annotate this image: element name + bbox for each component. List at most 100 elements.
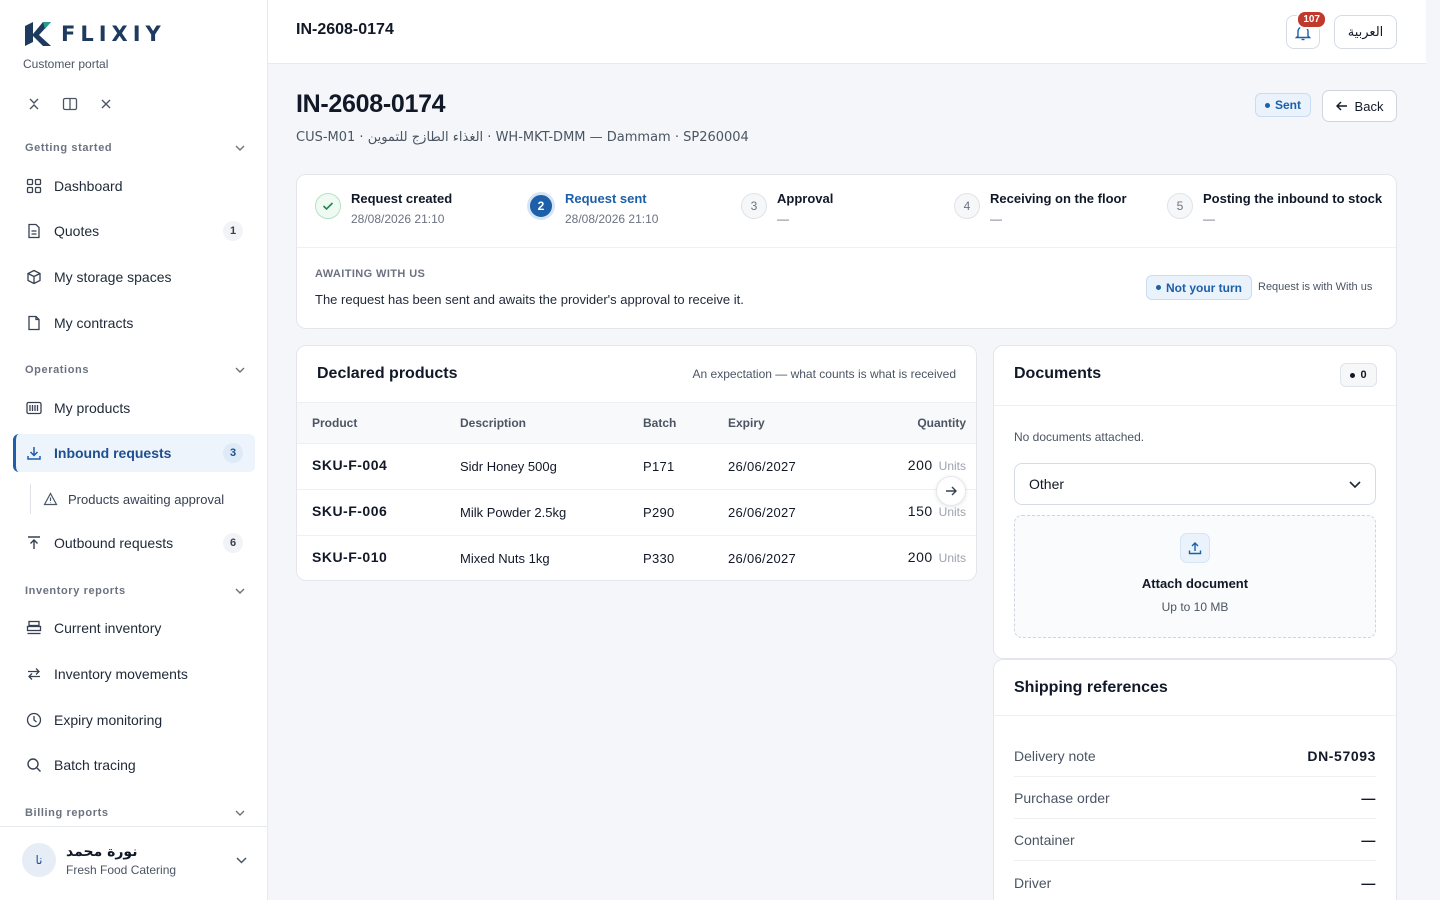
- arrow-right-icon: [946, 486, 957, 496]
- chevron-down-icon: [235, 810, 245, 816]
- attach-dropzone[interactable]: Attach document Up to 10 MB: [1014, 515, 1376, 638]
- sidebar-item-inventory-movements[interactable]: Inventory movements: [13, 655, 255, 693]
- column-header: Expiry: [728, 416, 765, 430]
- product-sku: SKU-F-004: [312, 457, 388, 473]
- sidebar: FLIXIY Customer portal Getting started D…: [0, 0, 268, 900]
- step-label: Posting the inbound to stock: [1203, 191, 1383, 206]
- step-approval: 3 Approval —: [741, 191, 833, 226]
- reference-label: Purchase order: [1014, 789, 1110, 806]
- scroll-right-button[interactable]: [936, 476, 966, 506]
- notifications-button[interactable]: 107: [1286, 10, 1327, 49]
- product-quantity: 200 Units: [908, 457, 966, 473]
- empty-state-text: No documents attached.: [1014, 430, 1145, 444]
- quantity-unit: Units: [938, 505, 966, 519]
- file-icon: [25, 314, 43, 332]
- status-dot-icon: [1265, 102, 1270, 108]
- quantity-value: 200: [907, 549, 933, 565]
- step-date: 28/08/2026 21:10: [351, 212, 445, 226]
- user-organization: Fresh Food Catering: [66, 862, 177, 877]
- arrow-left-icon: [1335, 101, 1347, 111]
- product-batch: P290: [643, 505, 675, 520]
- product-sku: SKU-F-010: [312, 549, 388, 565]
- section-label: Operations: [25, 364, 90, 376]
- sidebar-item-batch-tracing[interactable]: Batch tracing: [13, 746, 255, 784]
- step-posting: 5 Posting the inbound to stock —: [1167, 191, 1382, 226]
- table-row[interactable]: SKU-F-006 Milk Powder 2.5kg P290 26/06/2…: [297, 490, 976, 536]
- status-dot-icon: [1156, 285, 1161, 290]
- sidebar-item-label: My contracts: [54, 315, 134, 331]
- shipping-title: Shipping references: [1014, 679, 1168, 696]
- section-label: Getting started: [25, 142, 113, 154]
- sidebar-item-products[interactable]: My products: [13, 389, 255, 427]
- section-inventory-reports[interactable]: Inventory reports: [25, 585, 245, 597]
- chevron-down-icon: [236, 856, 247, 864]
- box-icon: [25, 268, 43, 286]
- step-number: 5: [1167, 193, 1193, 219]
- reference-label: Driver: [1014, 875, 1052, 891]
- step-label: Request created: [351, 191, 453, 206]
- reference-label: Container: [1014, 831, 1075, 848]
- topbar-title: IN-2608-0174: [296, 21, 394, 38]
- sidebar-item-storage-spaces[interactable]: My storage spaces: [13, 258, 255, 296]
- sidebar-item-dashboard[interactable]: Dashboard: [13, 167, 255, 205]
- table-row[interactable]: SKU-F-004 Sidr Honey 500g P171 26/06/202…: [297, 444, 976, 490]
- search-icon: [25, 756, 43, 774]
- back-label: Back: [1354, 98, 1384, 114]
- section-billing-reports[interactable]: Billing reports: [25, 807, 245, 819]
- awaiting-label: AWAITING WITH US: [315, 268, 426, 280]
- shipping-references-card: Shipping references Delivery note DN-5709…: [993, 659, 1397, 900]
- document-type-select[interactable]: Other: [1014, 463, 1376, 505]
- quantity-value: 200: [907, 457, 933, 473]
- count-badge: 6: [223, 533, 243, 553]
- brand-logo[interactable]: FLIXIY: [23, 20, 166, 48]
- sidebar-item-outbound-requests[interactable]: Outbound requests 6: [13, 524, 255, 562]
- documents-count: 0: [1360, 369, 1367, 381]
- sidebar-item-label: Products awaiting approval: [68, 491, 225, 507]
- step-request-sent: 2 Request sent 28/08/2026 21:10: [527, 191, 658, 226]
- sidebar-item-current-inventory[interactable]: Current inventory: [13, 609, 255, 647]
- products-title: Declared products: [317, 365, 458, 382]
- sidebar-item-expiry-monitoring[interactable]: Expiry monitoring: [13, 701, 255, 739]
- user-menu[interactable]: نا نورة محمد Fresh Food Catering: [22, 843, 247, 877]
- step-date: 28/08/2026 21:10: [565, 212, 659, 226]
- sidebar-item-contracts[interactable]: My contracts: [13, 304, 255, 342]
- sidebar-tools: [24, 94, 116, 114]
- product-expiry: 26/06/2027: [728, 551, 797, 566]
- page-subtitle: CUS-M01 · الغذاء الطازج للتموين · WH-MKT…: [296, 130, 749, 145]
- documents-title: Documents: [1014, 365, 1102, 382]
- sidebar-item-label: My storage spaces: [54, 269, 172, 285]
- panel-toggle-icon[interactable]: [60, 94, 80, 114]
- dot-icon: [1350, 372, 1356, 378]
- step-label: Request sent: [565, 191, 647, 206]
- product-description: Mixed Nuts 1kg: [460, 551, 550, 566]
- page-title: IN-2608-0174: [296, 90, 446, 118]
- step-label: Approval: [777, 191, 834, 206]
- user-name: نورة محمد: [66, 843, 138, 860]
- table-row[interactable]: SKU-F-010 Mixed Nuts 1kg P330 26/06/2027…: [297, 536, 976, 580]
- step-number: 4: [954, 193, 980, 219]
- product-expiry: 26/06/2027: [728, 505, 797, 520]
- language-switch-button[interactable]: العربية: [1334, 15, 1397, 49]
- sidebar-item-quotes[interactable]: Quotes 1: [13, 212, 255, 250]
- reference-row: Container —: [1014, 819, 1376, 861]
- download-icon: [25, 444, 43, 462]
- product-quantity: 200 Units: [908, 549, 966, 565]
- quantity-unit: Units: [938, 459, 966, 473]
- back-button[interactable]: Back: [1322, 90, 1397, 122]
- step-request-created: Request created 28/08/2026 21:10: [315, 191, 452, 226]
- close-icon[interactable]: [96, 94, 116, 114]
- section-getting-started[interactable]: Getting started: [25, 142, 245, 154]
- step-date: —: [1203, 212, 1215, 226]
- upload-icon: [1180, 533, 1210, 563]
- brand-name: FLIXIY: [61, 22, 166, 46]
- collapse-icon[interactable]: [24, 94, 44, 114]
- sidebar-subitem-awaiting-approval[interactable]: Products awaiting approval: [30, 484, 255, 514]
- awaiting-text: The request has been sent and awaits the…: [315, 292, 744, 307]
- step-date: —: [990, 212, 1002, 226]
- chevron-down-icon: [235, 145, 245, 151]
- section-operations[interactable]: Operations: [25, 364, 245, 376]
- reference-value: —: [1361, 875, 1376, 891]
- sidebar-item-label: Inbound requests: [54, 445, 172, 461]
- sidebar-item-inbound-requests[interactable]: Inbound requests 3: [13, 434, 255, 472]
- barcode-icon: [25, 399, 43, 417]
